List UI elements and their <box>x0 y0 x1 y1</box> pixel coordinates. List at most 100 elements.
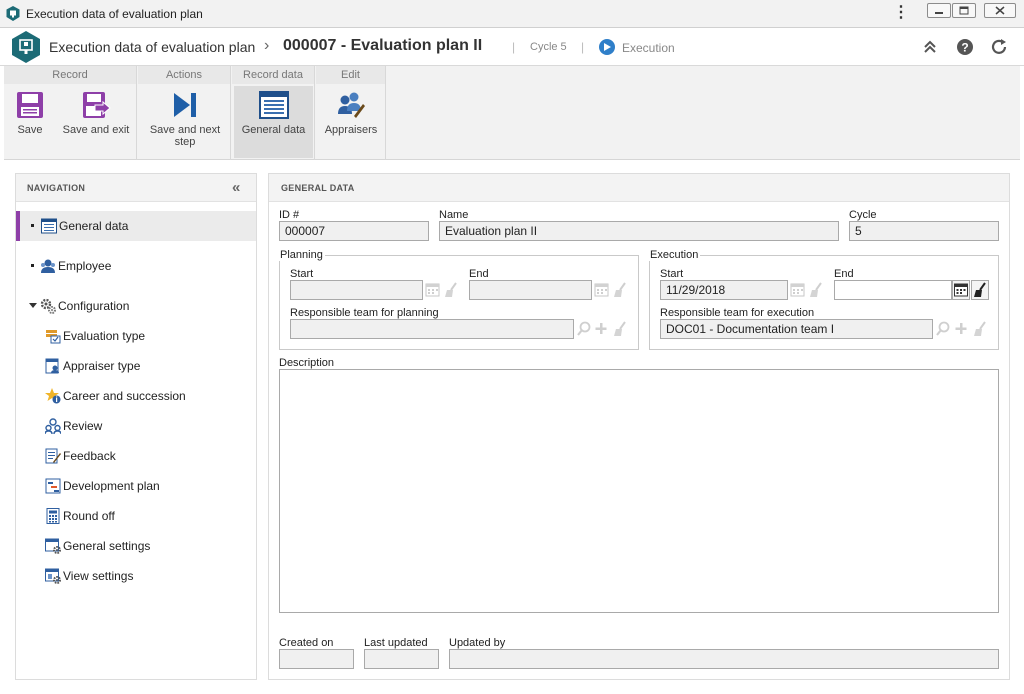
collapse-navigation-icon[interactable]: « <box>232 179 240 196</box>
cycle-field[interactable]: 5 <box>849 221 999 241</box>
panel-header: GENERAL DATA <box>269 174 1009 202</box>
general-data-icon <box>41 218 57 234</box>
save-and-exit-icon <box>81 90 111 120</box>
execution-team-label: Responsible team for execution <box>660 307 815 319</box>
execution-team-field[interactable]: DOC01 - Documentation team I <box>660 319 933 339</box>
career-succession-icon <box>45 388 61 404</box>
planning-end-field[interactable] <box>469 280 592 300</box>
nav-item-label: General settings <box>63 539 151 553</box>
add-icon[interactable] <box>953 320 969 338</box>
minimize-button[interactable] <box>927 3 951 18</box>
nav-item-general-data[interactable]: General data <box>16 211 256 241</box>
cycle-label: Cycle 5 <box>530 41 567 53</box>
planning-start-field[interactable] <box>290 280 423 300</box>
save-and-exit-button[interactable]: Save and exit <box>58 86 134 158</box>
breadcrumb-root[interactable]: Execution data of evaluation plan <box>49 39 255 55</box>
page-header: Execution data of evaluation plan › 0000… <box>0 28 1024 66</box>
clear-broom-icon[interactable] <box>612 281 628 299</box>
calendar-button[interactable] <box>952 280 970 300</box>
more-options-icon[interactable]: ⋮ <box>893 5 909 21</box>
nav-subitem-general-settings[interactable]: General settings <box>16 531 256 561</box>
calculator-icon <box>45 508 61 524</box>
panel-title: GENERAL DATA <box>281 183 355 193</box>
nav-item-label: Configuration <box>58 299 130 313</box>
ribbon-group-record: Record Save Save and exit <box>4 66 137 160</box>
name-field[interactable]: Evaluation plan II <box>439 221 839 241</box>
search-icon[interactable] <box>576 320 592 338</box>
nav-item-employee[interactable]: Employee <box>16 251 256 281</box>
clear-button[interactable] <box>971 280 989 300</box>
calendar-icon[interactable] <box>425 281 441 299</box>
nav-subitem-round-off[interactable]: Round off <box>16 501 256 531</box>
nav-subitem-evaluation-type[interactable]: Evaluation type <box>16 321 256 351</box>
appraisers-button[interactable]: Appraisers <box>318 86 384 158</box>
save-and-next-step-button[interactable]: Save and next step <box>142 86 228 158</box>
search-icon[interactable] <box>935 320 951 338</box>
created-on-label: Created on <box>279 637 334 649</box>
clear-broom-icon[interactable] <box>972 320 988 338</box>
execution-start-field[interactable]: 11/29/2018 <box>660 280 788 300</box>
close-window-button[interactable] <box>984 3 1016 18</box>
execution-end-field[interactable] <box>834 280 952 300</box>
save-button[interactable]: Save <box>6 86 54 158</box>
nav-subitem-development-plan[interactable]: Development plan <box>16 471 256 501</box>
description-label: Description <box>279 357 335 369</box>
development-plan-icon <box>45 478 61 494</box>
general-data-label: General data <box>241 124 306 136</box>
planning-team-field[interactable] <box>290 319 574 339</box>
record-title: 000007 - Evaluation plan II <box>283 37 483 54</box>
nav-item-label: General data <box>59 219 129 233</box>
calendar-icon[interactable] <box>594 281 610 299</box>
nav-item-configuration[interactable]: Configuration <box>16 291 256 321</box>
add-icon[interactable] <box>593 320 609 338</box>
nav-subitem-feedback[interactable]: Feedback <box>16 441 256 471</box>
created-on-field <box>279 649 354 669</box>
bullet-icon <box>31 224 34 227</box>
execution-start-label: Start <box>660 268 684 280</box>
ribbon-toolbar: Record Save Save and exit Actions Save a… <box>4 66 1020 160</box>
nav-item-label: Review <box>63 419 103 433</box>
planning-legend: Planning <box>278 249 325 261</box>
nav-item-label: Employee <box>58 259 112 273</box>
nav-subitem-review[interactable]: Review <box>16 411 256 441</box>
execution-end-label: End <box>834 268 854 280</box>
expand-triangle-icon[interactable] <box>29 303 37 308</box>
help-icon[interactable]: ? <box>956 38 974 56</box>
refresh-icon[interactable] <box>990 38 1008 56</box>
nav-item-label: View settings <box>63 569 134 583</box>
nav-item-label: Development plan <box>63 479 160 493</box>
feedback-icon <box>45 448 61 464</box>
nav-subitem-view-settings[interactable]: View settings <box>16 561 256 591</box>
maximize-button[interactable] <box>952 3 976 18</box>
review-icon <box>44 418 62 435</box>
header-separator: | <box>512 40 516 54</box>
clear-broom-icon[interactable] <box>808 281 824 299</box>
clear-broom-icon[interactable] <box>443 281 459 299</box>
description-textarea[interactable] <box>279 369 999 613</box>
configuration-gears-icon <box>40 298 56 314</box>
updated-by-field <box>449 649 999 669</box>
execution-step-icon <box>599 39 615 55</box>
navigation-header: NAVIGATION « <box>16 174 256 202</box>
ribbon-group-title: Record data <box>232 66 314 84</box>
nav-subitem-appraiser-type[interactable]: Appraiser type <box>16 351 256 381</box>
planning-team-label: Responsible team for planning <box>290 307 439 319</box>
workflow-step-label: Execution <box>622 41 675 55</box>
nav-item-label: Feedback <box>63 449 116 463</box>
calendar-icon[interactable] <box>790 281 806 299</box>
collapse-up-icon[interactable] <box>921 38 939 56</box>
ribbon-group-record-data: Record data General data <box>232 66 315 160</box>
clear-broom-icon[interactable] <box>612 320 628 338</box>
id-field[interactable]: 000007 <box>279 221 429 241</box>
general-data-icon <box>258 90 289 120</box>
app-logo-icon <box>6 6 20 22</box>
ribbon-group-title: Actions <box>138 66 230 84</box>
svg-text:?: ? <box>961 41 968 55</box>
general-data-button[interactable]: General data <box>234 86 313 158</box>
nav-item-label: Evaluation type <box>63 329 146 343</box>
last-updated-label: Last updated <box>364 637 428 649</box>
appraiser-type-icon <box>45 358 61 374</box>
nav-subitem-career-and-succession[interactable]: Career and succession <box>16 381 256 411</box>
navigation-title: NAVIGATION <box>27 183 86 193</box>
nav-item-label: Appraiser type <box>63 359 141 373</box>
